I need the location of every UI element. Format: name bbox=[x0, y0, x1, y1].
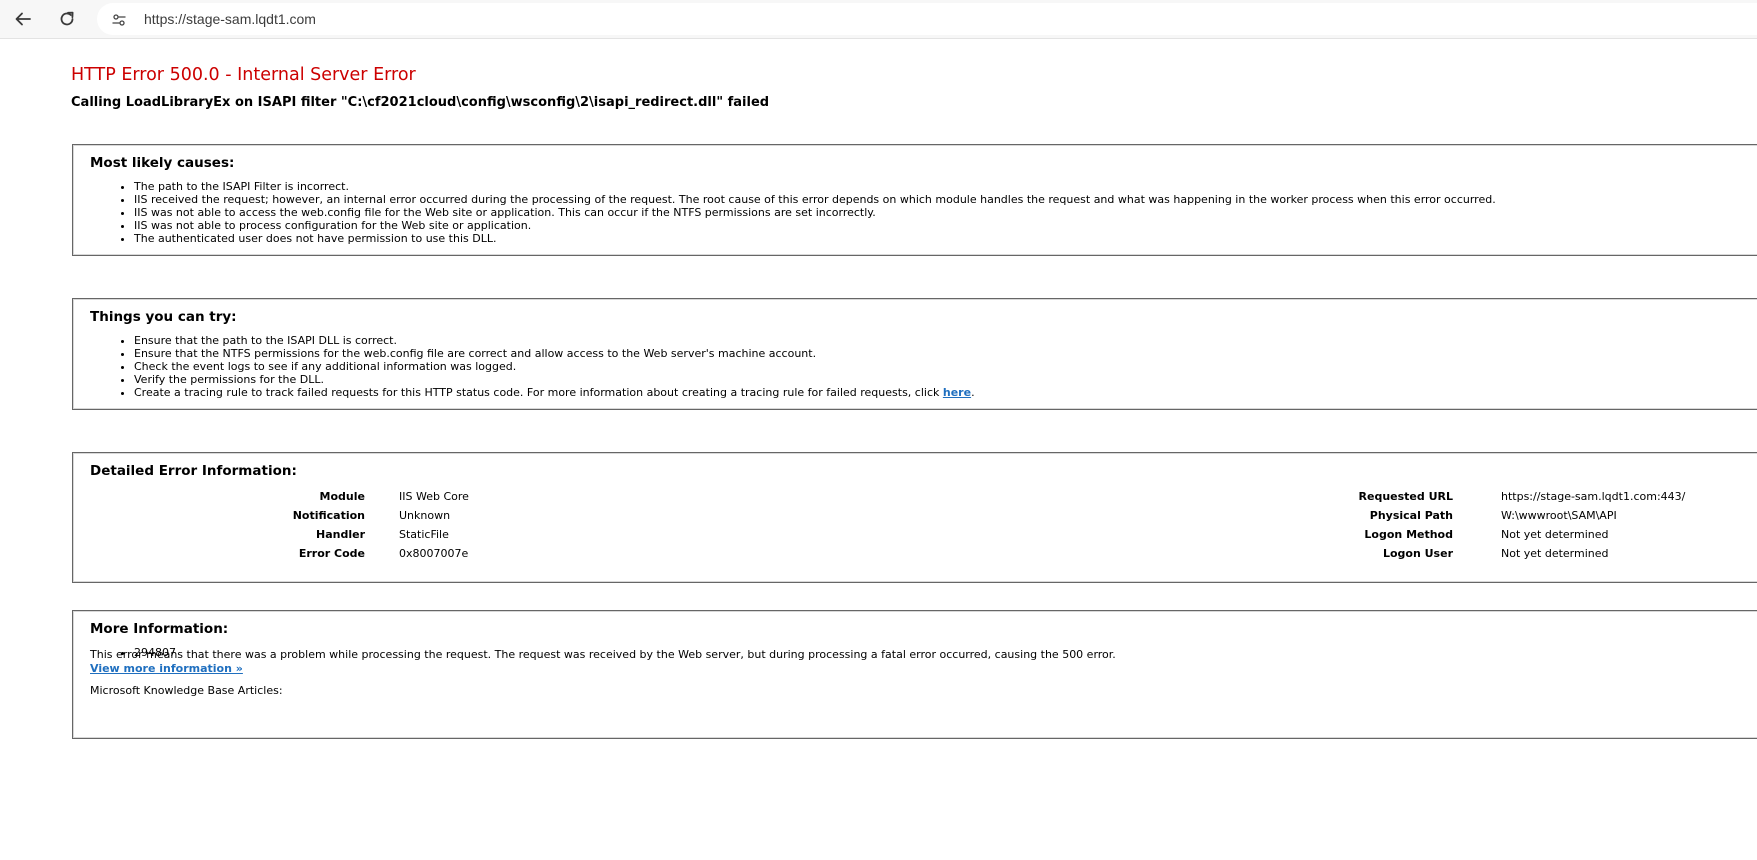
kb-list: 294807 bbox=[90, 646, 176, 659]
causes-box: Most likely causes: The path to the ISAP… bbox=[72, 144, 1757, 256]
error-subtitle: Calling LoadLibraryEx on ISAPI filter "C… bbox=[71, 95, 770, 110]
list-item: Check the event logs to see if any addit… bbox=[134, 360, 975, 373]
reload-button[interactable] bbox=[53, 5, 81, 33]
list-item: IIS was not able to access the web.confi… bbox=[134, 206, 1496, 219]
back-button[interactable] bbox=[9, 5, 37, 33]
list-item: IIS received the request; however, an in… bbox=[134, 193, 1496, 206]
tracing-end: . bbox=[971, 386, 975, 399]
here-link[interactable]: here bbox=[943, 386, 971, 399]
kb-label: Microsoft Knowledge Base Articles: bbox=[90, 684, 283, 697]
error-code-label: Error Code bbox=[298, 547, 365, 560]
iis-error-page: HTTP Error 500.0 - Internal Server Error… bbox=[0, 39, 1757, 860]
arrow-left-icon bbox=[15, 12, 31, 26]
error-code-value: 0x8007007e bbox=[399, 547, 469, 560]
requested-url-value: https://stage-sam.lqdt1.com:443/ bbox=[1501, 490, 1686, 503]
page-title: HTTP Error 500.0 - Internal Server Error bbox=[71, 65, 416, 85]
site-settings-icon[interactable] bbox=[111, 12, 127, 28]
physical-path-label: Physical Path bbox=[1369, 509, 1453, 522]
more-heading: More Information: bbox=[90, 621, 229, 637]
kb-article-item: 294807 bbox=[134, 646, 176, 659]
page-viewport: HTTP Error 500.0 - Internal Server Error… bbox=[0, 38, 1757, 860]
reload-icon bbox=[60, 11, 74, 26]
browser-toolbar: https://stage-sam.lqdt1.com bbox=[0, 0, 1757, 38]
view-more-link[interactable]: View more information » bbox=[90, 662, 243, 675]
logon-user-value: Not yet determined bbox=[1501, 547, 1609, 560]
requested-url-label: Requested URL bbox=[1358, 490, 1453, 503]
logon-method-label: Logon Method bbox=[1364, 528, 1453, 541]
address-bar[interactable]: https://stage-sam.lqdt1.com bbox=[97, 3, 1757, 35]
module-label: Module bbox=[319, 490, 365, 503]
list-item: Ensure that the path to the ISAPI DLL is… bbox=[134, 334, 975, 347]
notification-label: Notification bbox=[292, 509, 365, 522]
handler-label: Handler bbox=[316, 528, 365, 541]
module-value: IIS Web Core bbox=[399, 490, 469, 503]
logon-user-label: Logon User bbox=[1382, 547, 1453, 560]
url-text[interactable]: https://stage-sam.lqdt1.com bbox=[144, 11, 316, 27]
details-heading: Detailed Error Information: bbox=[90, 463, 297, 479]
try-heading: Things you can try: bbox=[90, 309, 237, 325]
detailed-error-box: Detailed Error Information: Module IIS W… bbox=[72, 452, 1757, 583]
things-to-try-box: Things you can try: Ensure that the path… bbox=[72, 298, 1757, 410]
try-list: Ensure that the path to the ISAPI DLL is… bbox=[90, 334, 975, 399]
physical-path-value: W:\wwwroot\SAM\API bbox=[1501, 509, 1617, 522]
list-item: The authenticated user does not have per… bbox=[134, 232, 1496, 245]
notification-value: Unknown bbox=[399, 509, 451, 522]
causes-list: The path to the ISAPI Filter is incorrec… bbox=[90, 180, 1496, 245]
handler-value: StaticFile bbox=[399, 528, 449, 541]
list-item: The path to the ISAPI Filter is incorrec… bbox=[134, 180, 1496, 193]
list-item-tracing: Create a tracing rule to track failed re… bbox=[134, 386, 975, 399]
logon-method-value: Not yet determined bbox=[1501, 528, 1609, 541]
tracing-text: Create a tracing rule to track failed re… bbox=[134, 386, 943, 399]
more-information-box: More Information: This error means that … bbox=[72, 610, 1757, 739]
list-item: Verify the permissions for the DLL. bbox=[134, 373, 975, 386]
more-description: This error means that there was a proble… bbox=[90, 648, 1116, 661]
causes-heading: Most likely causes: bbox=[90, 155, 235, 171]
list-item: IIS was not able to process configuratio… bbox=[134, 219, 1496, 232]
list-item: Ensure that the NTFS permissions for the… bbox=[134, 347, 975, 360]
